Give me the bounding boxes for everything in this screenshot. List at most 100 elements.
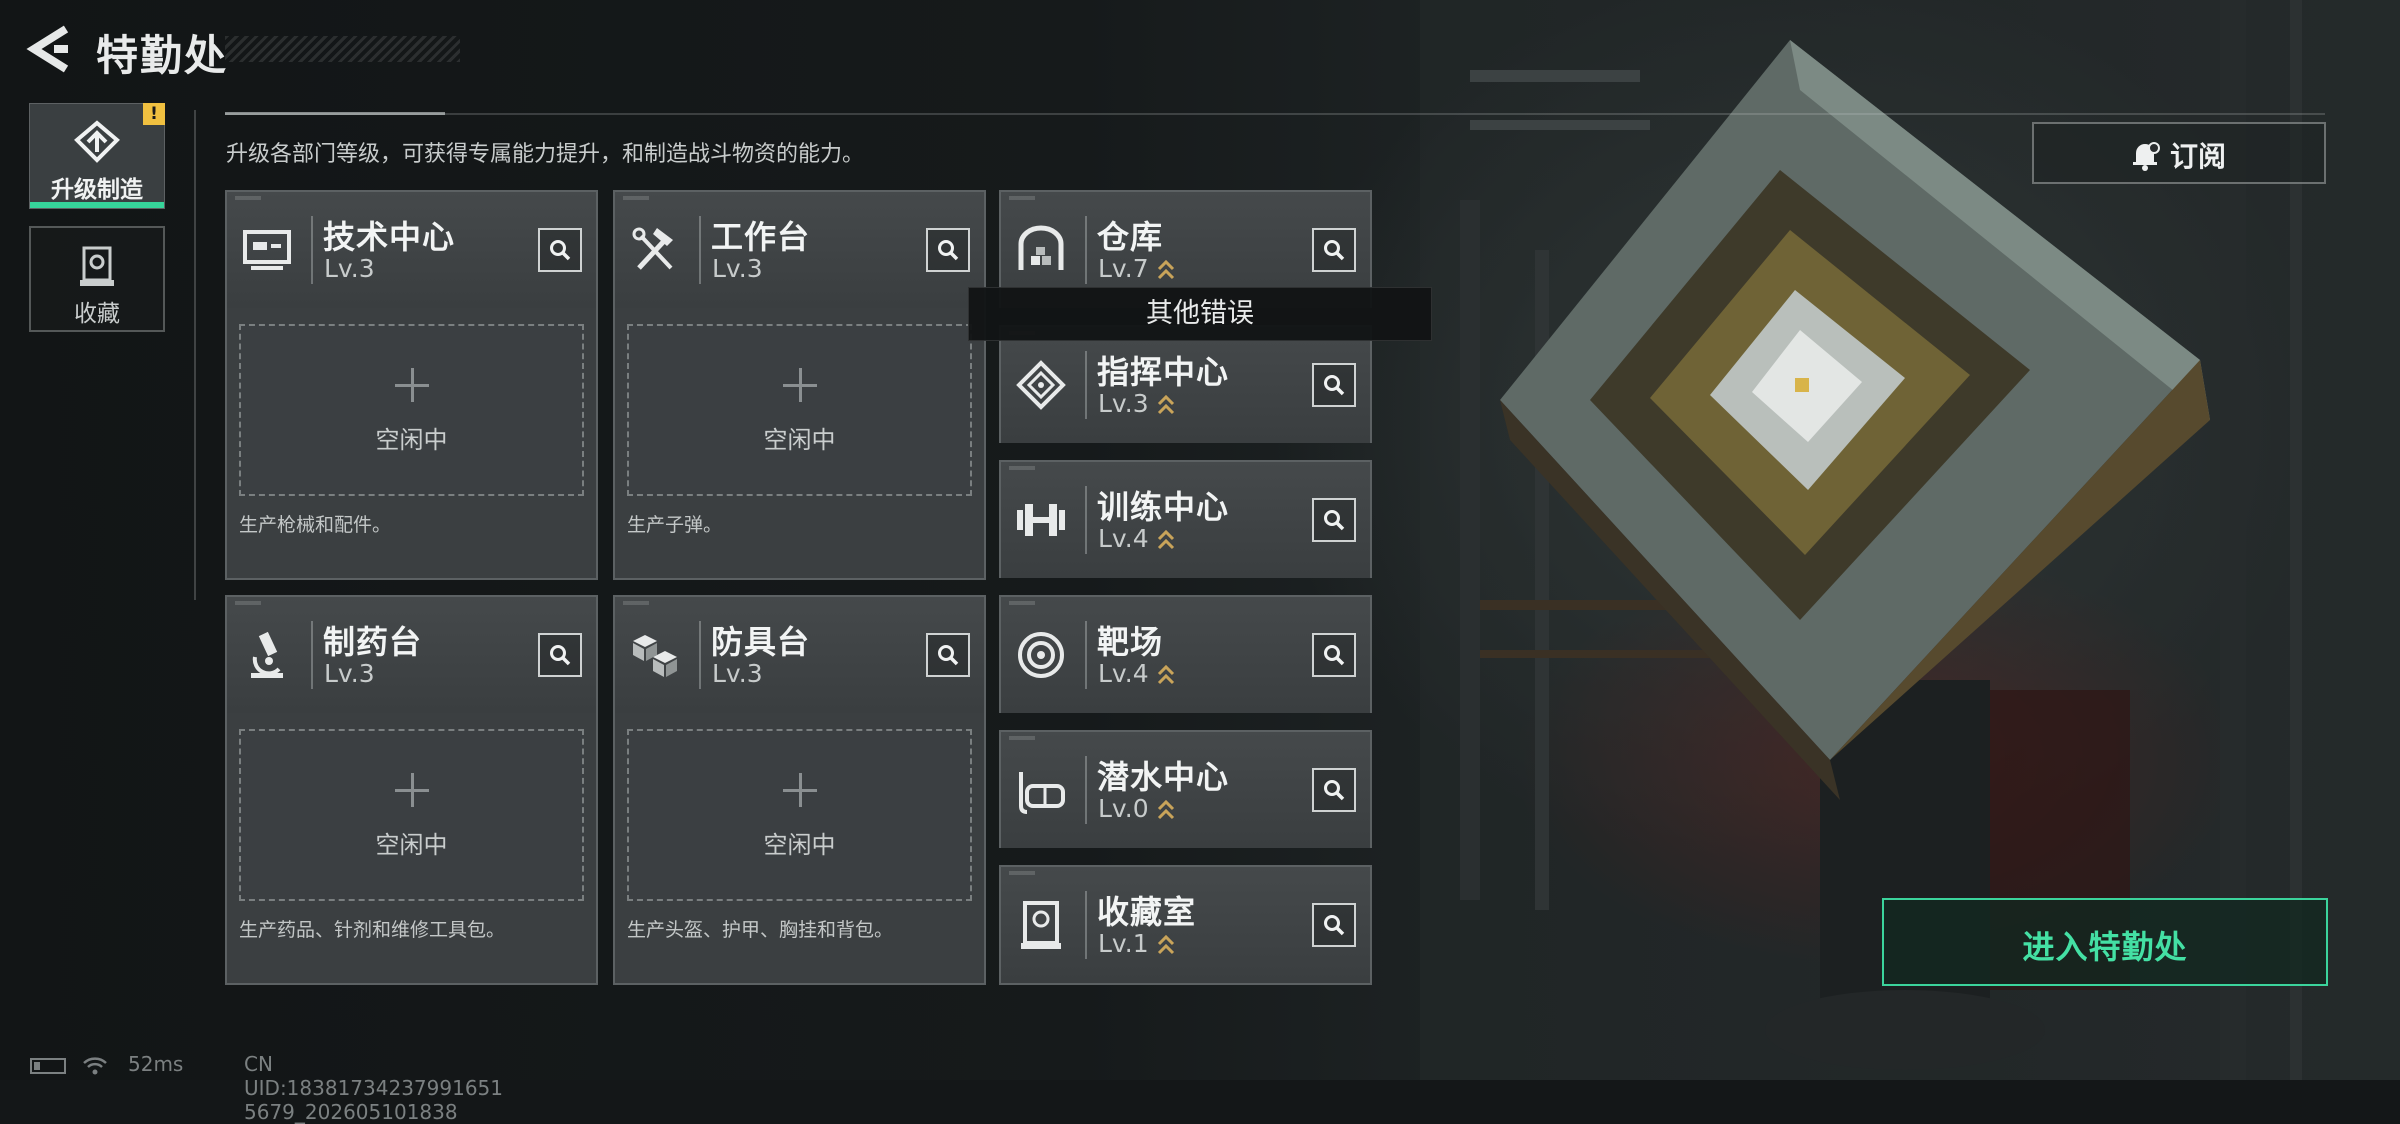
facility-level: Lv.3 [324, 659, 375, 688]
search-icon [550, 240, 571, 261]
facility-description: 生产枪械和配件。 [239, 514, 392, 536]
production-slot[interactable]: 空闲中 [239, 729, 584, 901]
facility-name: 指挥中心 [1097, 353, 1230, 391]
slot-status: 空闲中 [375, 426, 448, 454]
card-tag [623, 601, 649, 605]
sidebar-divider [194, 110, 196, 600]
facility-name: 防具台 [711, 623, 811, 661]
upgrade-available-icon [1157, 259, 1175, 280]
card-tag [235, 601, 261, 605]
ping-readout: 52ms [128, 1052, 184, 1076]
upgrade-icon [74, 120, 120, 163]
subscribe-label: 订阅 [2170, 140, 2227, 173]
subscribe-button[interactable]: 订阅 [2032, 122, 2326, 184]
separator [1085, 351, 1087, 419]
facility-level: Lv.3 [1098, 389, 1149, 418]
facility-name: 靶场 [1097, 623, 1164, 661]
search-icon [938, 645, 959, 666]
upgrade-available-icon [1157, 934, 1175, 955]
production-slot[interactable]: 空闲中 [627, 324, 972, 496]
separator [1085, 756, 1087, 824]
sidebar-tab-label: 升级制造 [51, 177, 143, 203]
search-icon [1324, 780, 1345, 801]
department-card-collection-room[interactable]: 收藏室 Lv.1 [999, 865, 1372, 985]
department-card-diving-center[interactable]: 潜水中心 Lv.0 [999, 730, 1372, 848]
facility-level: Lv.4 [1098, 524, 1149, 553]
back-arrow-icon [26, 25, 69, 73]
facility-level: Lv.7 [1098, 254, 1149, 283]
title-decor-stripe [225, 36, 460, 62]
inspect-button[interactable] [1312, 903, 1356, 947]
card-tag [1009, 871, 1035, 875]
production-slot[interactable]: 空闲中 [239, 324, 584, 496]
bell-icon [2133, 142, 2160, 171]
search-icon [1324, 375, 1345, 396]
page-title: 特勤处 [96, 31, 229, 80]
facility-level: Lv.0 [1098, 794, 1149, 823]
department-card-shooting-range[interactable]: 靶场 Lv.4 [999, 595, 1372, 713]
inspect-button[interactable] [1312, 633, 1356, 677]
plus-icon [782, 368, 817, 402]
separator [311, 621, 313, 689]
search-icon [1324, 510, 1345, 531]
separator [1085, 891, 1087, 959]
dumbbell-icon [1017, 504, 1065, 536]
department-card-command-center[interactable]: 指挥中心 Lv.3 [999, 325, 1372, 443]
facility-level: Lv.3 [324, 254, 375, 283]
inspect-button[interactable] [1312, 363, 1356, 407]
cubes-icon [633, 635, 677, 677]
production-slot[interactable]: 空闲中 [627, 729, 972, 901]
search-icon [1324, 240, 1345, 261]
sidebar-tab-collection[interactable]: 收藏 [29, 226, 165, 332]
search-icon [1324, 915, 1345, 936]
collection-case-icon [80, 246, 114, 286]
inspect-button[interactable] [538, 228, 582, 272]
facility-name: 技术中心 [323, 218, 456, 256]
inspect-button[interactable] [1312, 498, 1356, 542]
inspect-button[interactable] [926, 633, 970, 677]
battery-icon [30, 1058, 66, 1074]
upgrade-available-icon [1157, 799, 1175, 820]
card-header: 制药台 Lv.3 [227, 597, 596, 713]
facility-description: 生产头盔、护甲、胸挂和背包。 [627, 919, 894, 941]
card-tag [235, 196, 261, 200]
slot-status: 空闲中 [375, 831, 448, 859]
sidebar-tab-upgrade-manufacture[interactable]: 升级制造 ! [29, 103, 165, 209]
search-icon [550, 645, 571, 666]
separator [1085, 486, 1087, 554]
target-icon [1018, 632, 1064, 678]
upgrade-available-icon [1157, 664, 1175, 685]
separator [1085, 621, 1087, 689]
plus-icon [394, 773, 429, 807]
alert-badge: ! [143, 103, 165, 125]
divider-accent [225, 112, 445, 115]
plus-icon [394, 368, 429, 402]
warehouse-icon [1018, 225, 1064, 270]
inspect-button[interactable] [538, 633, 582, 677]
card-header: 防具台 Lv.3 [615, 597, 984, 713]
card-header: 收藏室 Lv.1 [1001, 867, 1370, 983]
separator [1085, 216, 1087, 284]
inspect-button[interactable] [1312, 768, 1356, 812]
page-description: 升级各部门等级，可获得专属能力提升，和制造战斗物资的能力。 [226, 142, 865, 167]
department-card-training-center[interactable]: 训练中心 Lv.4 [999, 460, 1372, 578]
production-card-pharmacy: 制药台 Lv.3 空闲中 生产药品、针剂和维修工具包。 [225, 595, 598, 985]
inspect-button[interactable] [926, 228, 970, 272]
search-icon [938, 240, 959, 261]
slot-status: 空闲中 [763, 831, 836, 859]
wifi-icon [83, 1057, 107, 1075]
inspect-button[interactable] [1312, 228, 1356, 272]
enter-button-label: 进入特勤处 [2022, 928, 2188, 966]
separator [311, 216, 313, 284]
production-card-tech-center: 技术中心 Lv.3 空闲中 生产枪械和配件。 [225, 190, 598, 580]
active-tab-indicator [30, 202, 164, 208]
divider [225, 113, 2325, 115]
card-header: 技术中心 Lv.3 [227, 192, 596, 308]
card-tag [623, 196, 649, 200]
search-icon [1324, 645, 1345, 666]
back-button[interactable] [26, 24, 72, 74]
facility-level: Lv.4 [1098, 659, 1149, 688]
facility-name: 收藏室 [1097, 893, 1197, 931]
error-toast: 其他错误 [968, 287, 1432, 341]
enter-special-ops-button[interactable]: 进入特勤处 [1882, 898, 2328, 986]
